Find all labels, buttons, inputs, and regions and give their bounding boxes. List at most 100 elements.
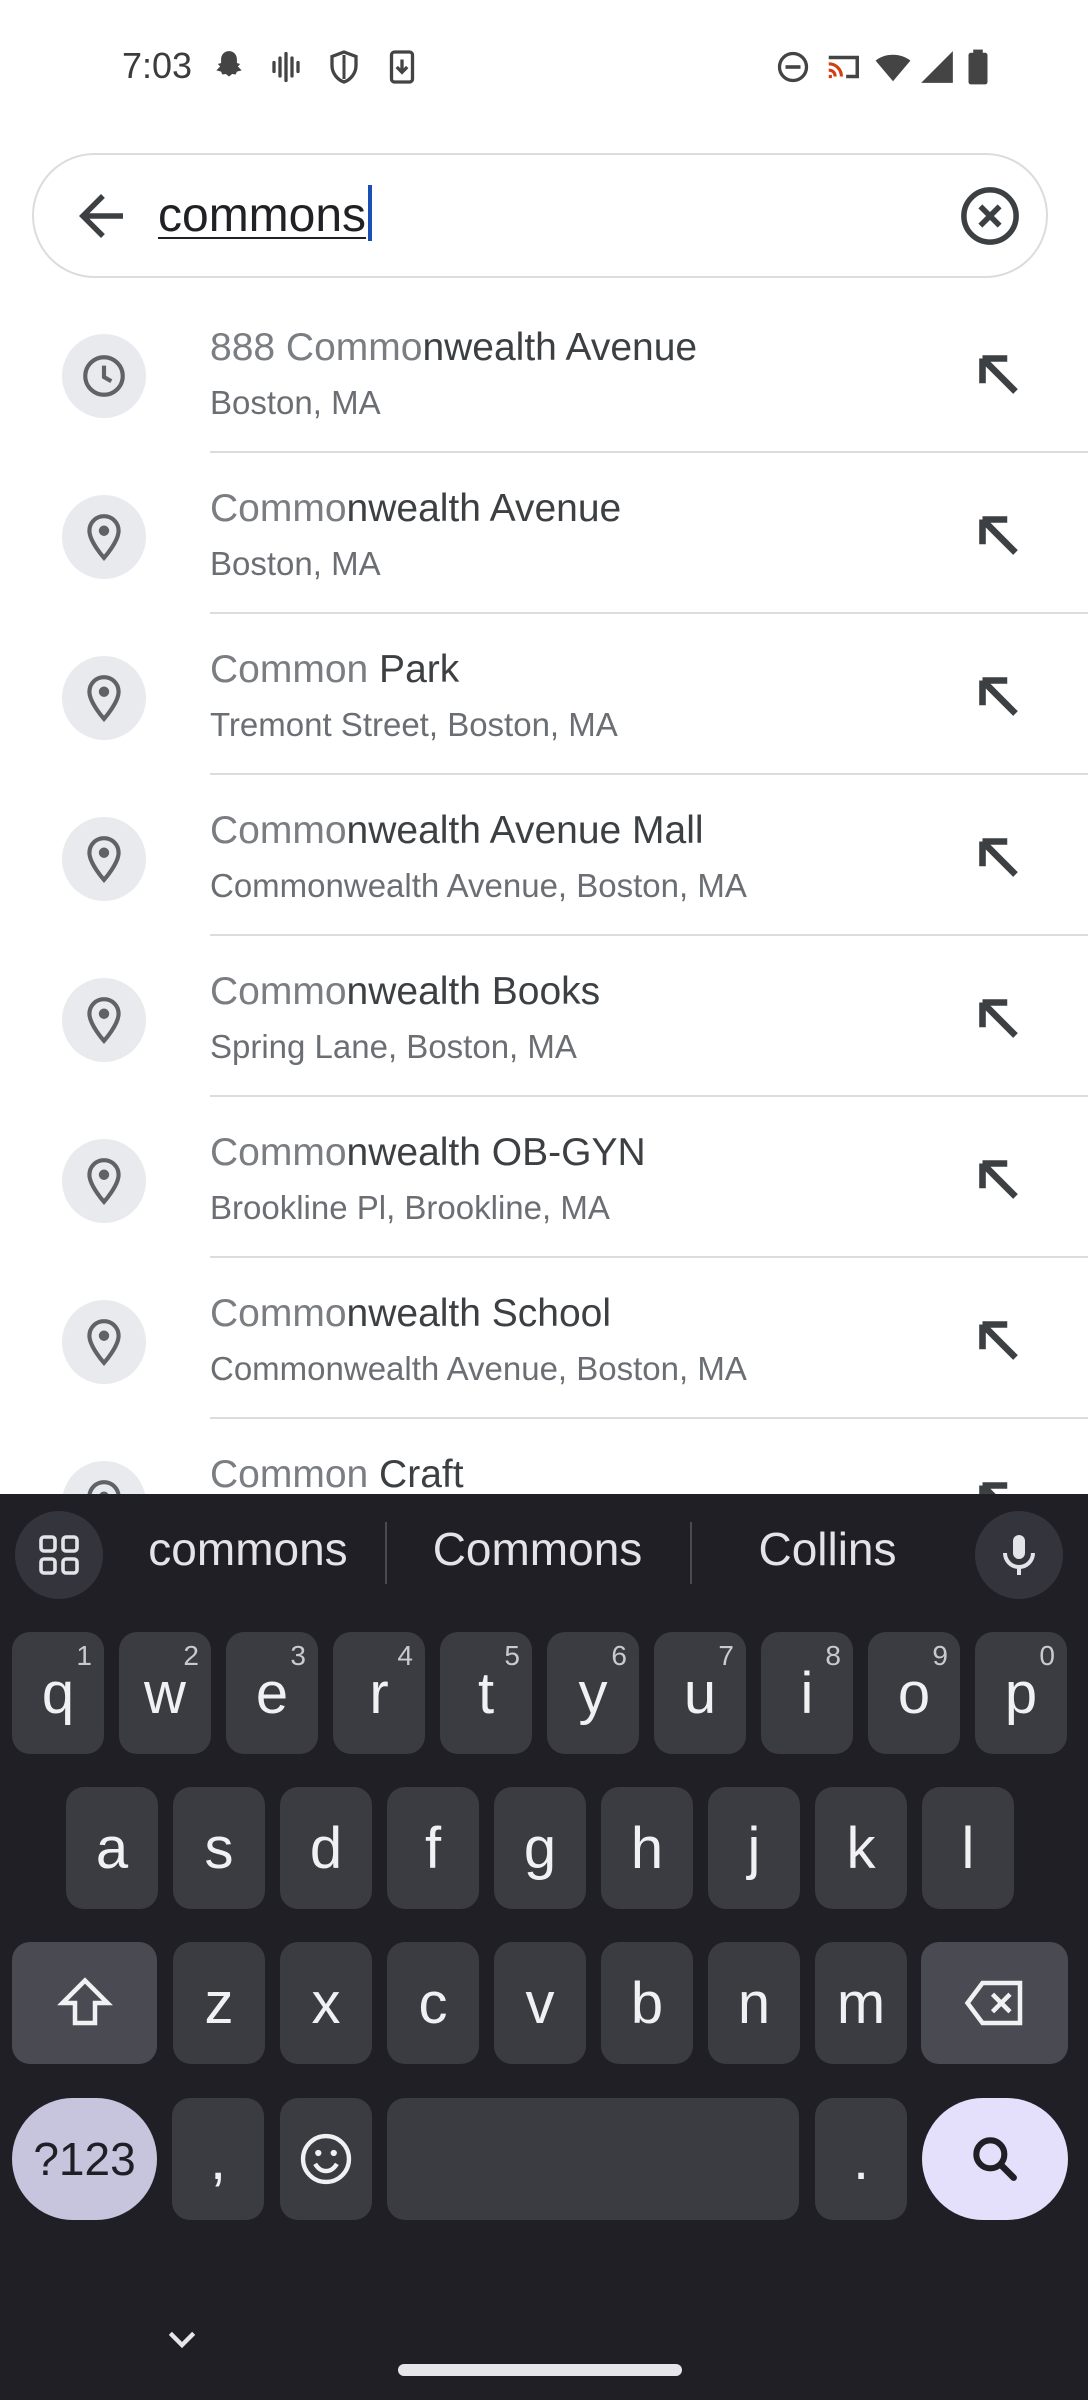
result-subtitle: Brookline Pl, Brookline, MA xyxy=(210,1189,610,1226)
fill-query-arrow-icon[interactable] xyxy=(966,664,1032,730)
key-o[interactable]: o9 xyxy=(868,1632,960,1754)
key-b[interactable]: b xyxy=(601,1942,693,2064)
hide-keyboard-icon[interactable] xyxy=(162,2320,202,2360)
key-label: z xyxy=(204,1970,234,2036)
result-item[interactable]: Common Park Tremont Street, Boston, MA xyxy=(0,614,1088,775)
shift-icon xyxy=(56,1977,113,2026)
place-pin-icon xyxy=(87,514,121,561)
key-r[interactable]: r4 xyxy=(333,1632,425,1754)
period-key[interactable]: . xyxy=(815,2098,907,2220)
key-k[interactable]: k xyxy=(815,1787,907,1909)
result-icon-badge xyxy=(62,334,146,418)
clear-circle-icon[interactable] xyxy=(957,183,1023,249)
key-label: k xyxy=(846,1815,876,1881)
place-pin-icon xyxy=(87,997,121,1044)
fill-query-arrow-icon[interactable] xyxy=(966,1147,1032,1213)
voice-input-button[interactable] xyxy=(975,1511,1063,1599)
fill-query-arrow-icon[interactable] xyxy=(966,503,1032,569)
key-label: a xyxy=(95,1815,129,1881)
key-label: p xyxy=(1004,1660,1038,1726)
key-c[interactable]: c xyxy=(387,1942,479,2064)
key-q[interactable]: q1 xyxy=(12,1632,104,1754)
key-label: v xyxy=(525,1970,555,2036)
key-number-hint: 3 xyxy=(290,1640,306,1671)
key-label: s xyxy=(204,1815,234,1881)
key-number-hint: 1 xyxy=(76,1640,92,1671)
key-t[interactable]: t5 xyxy=(440,1632,532,1754)
result-title: Commonwealth OB-GYN xyxy=(210,1131,646,1175)
suggestion-1[interactable]: commons xyxy=(128,1522,368,1576)
suggestion-3[interactable]: Collins xyxy=(720,1522,935,1576)
key-u[interactable]: u7 xyxy=(654,1632,746,1754)
result-item[interactable]: Commonwealth Avenue Boston, MA xyxy=(0,453,1088,614)
result-title: Commonwealth Books xyxy=(210,970,600,1014)
result-item[interactable]: Commonwealth School Commonwealth Avenue, … xyxy=(0,1258,1088,1419)
key-label: l xyxy=(961,1815,975,1881)
suggestion-divider xyxy=(385,1522,387,1584)
key-n[interactable]: n xyxy=(708,1942,800,2064)
fill-query-arrow-icon[interactable] xyxy=(966,1308,1032,1374)
status-time: 7:03 xyxy=(122,45,193,86)
gesture-nav-handle[interactable] xyxy=(398,2364,682,2376)
fill-query-arrow-icon[interactable] xyxy=(966,342,1032,408)
key-m[interactable]: m xyxy=(815,1942,907,2064)
key-label: o xyxy=(897,1660,931,1726)
search-key[interactable] xyxy=(922,2098,1068,2220)
space-key[interactable] xyxy=(387,2098,799,2220)
key-p[interactable]: p0 xyxy=(975,1632,1067,1754)
snapchat-icon xyxy=(216,51,242,77)
place-pin-icon xyxy=(87,836,121,883)
text-cursor xyxy=(368,185,373,241)
key-l[interactable]: l xyxy=(922,1787,1014,1909)
battery-icon xyxy=(968,49,988,85)
backspace-key[interactable] xyxy=(921,1942,1068,2064)
key-number-hint: 8 xyxy=(825,1640,841,1671)
key-s[interactable]: s xyxy=(173,1787,265,1909)
place-pin-icon xyxy=(87,1319,121,1366)
key-label: b xyxy=(630,1970,664,2036)
status-bar: 7:03 xyxy=(0,0,1088,135)
key-number-hint: 7 xyxy=(718,1640,734,1671)
key-e[interactable]: e3 xyxy=(226,1632,318,1754)
result-title: Common Park xyxy=(210,648,459,692)
key-a[interactable]: a xyxy=(66,1787,158,1909)
suggestion-2[interactable]: Commons xyxy=(415,1522,660,1576)
key-f[interactable]: f xyxy=(387,1787,479,1909)
shift-key[interactable] xyxy=(12,1942,157,2064)
result-item[interactable]: Commonwealth Avenue Mall Commonwealth Ave… xyxy=(0,775,1088,936)
result-title-rest: nwealth Avenue xyxy=(346,487,622,530)
key-d[interactable]: d xyxy=(280,1787,372,1909)
key-label: g xyxy=(523,1815,557,1881)
fill-query-arrow-icon[interactable] xyxy=(966,986,1032,1052)
key-w[interactable]: w2 xyxy=(119,1632,211,1754)
key-number-hint: 4 xyxy=(397,1640,413,1671)
mic-icon xyxy=(1003,1535,1035,1575)
symbols-key[interactable]: ?123 xyxy=(12,2098,157,2220)
search-bar[interactable]: commons xyxy=(32,153,1048,278)
arrow-back-icon[interactable] xyxy=(68,183,134,249)
result-item[interactable]: 888 Commonwealth Avenue Boston, MA xyxy=(0,292,1088,453)
result-item[interactable]: Commonwealth Books Spring Lane, Boston, M… xyxy=(0,936,1088,1097)
key-z[interactable]: z xyxy=(173,1942,265,2064)
key-g[interactable]: g xyxy=(494,1787,586,1909)
key-h[interactable]: h xyxy=(601,1787,693,1909)
comma-key[interactable]: , xyxy=(172,2098,264,2220)
key-v[interactable]: v xyxy=(494,1942,586,2064)
place-pin-icon xyxy=(87,1480,121,1494)
keyboard-apps-button[interactable] xyxy=(15,1511,103,1599)
emoji-key[interactable] xyxy=(280,2098,372,2220)
key-j[interactable]: j xyxy=(708,1787,800,1909)
search-input[interactable]: commons xyxy=(158,185,373,243)
result-subtitle: Commonwealth Avenue, Boston, MA xyxy=(210,867,747,904)
result-subtitle: Boston, MA xyxy=(210,545,381,582)
fill-query-arrow-icon[interactable] xyxy=(966,825,1032,891)
result-item[interactable]: Commonwealth OB-GYN Brookline Pl, Brookli… xyxy=(0,1097,1088,1258)
key-i[interactable]: i8 xyxy=(761,1632,853,1754)
result-icon-badge xyxy=(62,495,146,579)
fill-query-arrow-icon[interactable] xyxy=(966,1469,1032,1494)
key-y[interactable]: y6 xyxy=(547,1632,639,1754)
key-x[interactable]: x xyxy=(280,1942,372,2064)
result-icon-badge xyxy=(62,978,146,1062)
result-title-rest: nwealth OB-GYN xyxy=(346,1131,646,1174)
result-item[interactable]: Common Craft xyxy=(0,1419,1088,1494)
